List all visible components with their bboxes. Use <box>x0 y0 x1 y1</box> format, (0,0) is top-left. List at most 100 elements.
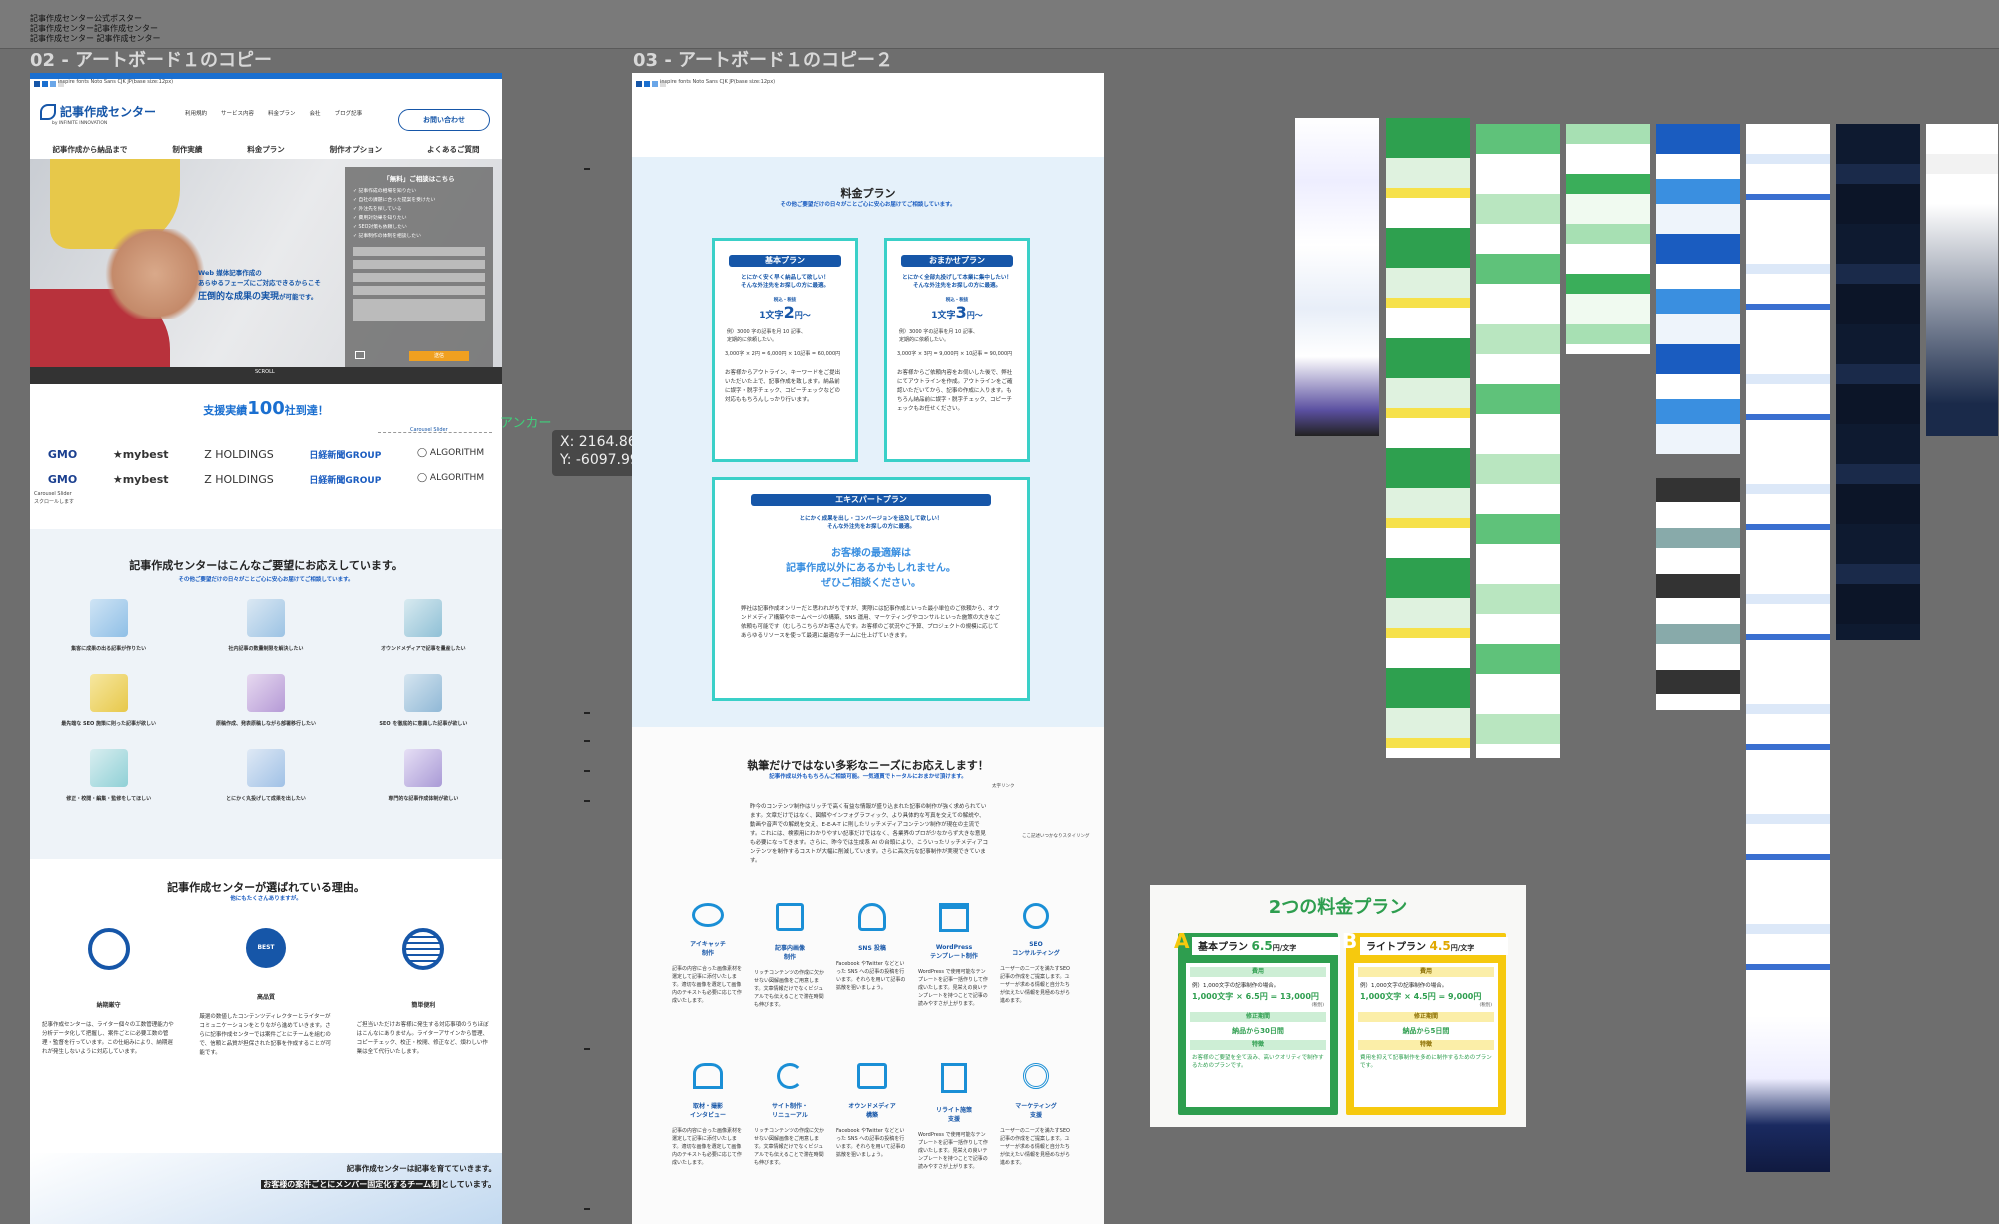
magnifier-chart-icon <box>1023 903 1049 929</box>
hero-section: Web 媒体記事作成の あらゆるフェーズにご対応できるからこそ 圧倒的な成果の実… <box>30 159 502 384</box>
service-item: サイト制作・ リニューアル リッチコンテンツの作成に欠かせない図解画像をご用意しま… <box>754 1063 826 1171</box>
form-title: 「無料」ご相談はこちら <box>383 175 455 183</box>
reasons-subtitle: 他にもたくさんありますが。 <box>230 896 302 902</box>
service-item: 取材・撮影 インタビュー 記事の内容に合った画像素材を選定して記事に添付いたします… <box>672 1063 744 1171</box>
needs-section: 記事作成センターはこんなご要望にお応えしています。 その他ご要望だけの日々がこと… <box>30 529 502 859</box>
header-nav-item[interactable]: ブログ記事 <box>335 109 363 117</box>
need-item: 最先端な SEO 施策に則った記事が欲しい <box>30 674 187 727</box>
client-logo: ★mybest <box>112 448 169 461</box>
service-item: SNS 投稿 Facebook やTwitter などといった SNS への記事の… <box>836 903 908 1009</box>
interview-icon <box>693 1063 723 1089</box>
client-logo: Z HOLDINGS <box>204 473 274 486</box>
main-nav-item[interactable]: 制作実績 <box>172 144 202 155</box>
client-logo: GMO <box>47 473 78 486</box>
pricing-card-image[interactable]: 2つの料金プラン A 基本プラン 6.5円/文字 費用 例）1,000文字の記事… <box>1150 885 1526 1127</box>
artboard-left[interactable]: inspire fonts Noto Sans CJK JP(base size… <box>30 73 502 1224</box>
growth-chart-icon <box>89 599 128 637</box>
reference-thumbnail[interactable] <box>1386 118 1470 758</box>
header-nav-item[interactable]: 料金プラン <box>268 109 296 117</box>
seo-icon <box>89 674 128 712</box>
plan-b-header: ライトプラン 4.5円/文字 <box>1360 937 1508 955</box>
plan-calc: 3,000字 × 2円 = 6,000円 × 10記事 = 60,000円 <box>725 351 841 357</box>
plan-example: 例）3000 字の記事を月 10 記事、 定期的に依頼したい。 <box>727 329 806 343</box>
client-logo: 日経新聞GROUP <box>309 476 382 486</box>
form-checkitem: ✓ 費用対効果を知りたい <box>353 216 407 221</box>
need-item: 修正・校閲・編集・監修をしてほしい <box>30 749 187 802</box>
plan-a-header: 基本プラン 6.5円/文字 <box>1192 937 1340 955</box>
plan-description: お客様からアウトライン、キーワードをご提出いただいた上で、記事作成を致します。納… <box>725 370 841 403</box>
plan-b-letter: B <box>1342 929 1358 953</box>
form-field-company[interactable] <box>353 260 485 269</box>
expert-big-3: ぜひご相談ください。 <box>821 578 921 589</box>
artboard-right[interactable]: inspire fonts Noto Sans CJK JP(base size… <box>632 73 1104 1224</box>
plan-card-omakase[interactable]: おまかせプラン とにかく全部丸投げして本業に集中したい！ そんな外注先をお探しの… <box>884 238 1030 462</box>
plan-card-basic[interactable]: 基本プラン とにかく安く早く納品して欲しい！ そんな外注先をお探しの方に最適。 … <box>712 238 858 462</box>
needs-subtitle: その他ご要望だけの日々がことご心に安心お届けてご相談しています。 <box>178 577 354 583</box>
form-field-email[interactable] <box>353 273 485 282</box>
plan-lead: とにかく全部丸投げして本業に集中したい！ そんな外注先をお探しの方に最適。 <box>902 275 1012 289</box>
reference-thumbnail[interactable] <box>1476 124 1560 758</box>
browser-note: inspire fonts Noto Sans CJK JP(base size… <box>660 79 776 85</box>
main-nav-item[interactable]: 記事作成から納品まで <box>52 144 127 155</box>
form-field-message[interactable] <box>353 299 485 321</box>
plan-name: おまかせプラン <box>901 255 1013 267</box>
main-nav-item[interactable]: 料金プラン <box>247 144 285 155</box>
site-logo[interactable]: 記事作成センター <box>40 103 156 120</box>
artboard-title-right[interactable]: 03 - アートボード１のコピー２ <box>633 46 893 72</box>
plan-card-expert[interactable]: エキスパートプラン とにかく成果を出し・コンバージョンを追及して欲しい！ そんな… <box>712 477 1030 701</box>
stopwatch-icon <box>87 928 130 970</box>
browser-window-icon <box>939 903 969 932</box>
globe-hand-icon <box>402 928 445 970</box>
artboard-title-left[interactable]: 02 - アートボード１のコピー <box>30 46 272 72</box>
main-nav-item[interactable]: よくあるご質問 <box>427 144 480 155</box>
form-submit-button[interactable]: 送信 <box>409 351 469 361</box>
form-checkitem: ✓ 記事作成の相場を知りたい <box>353 189 417 194</box>
main-nav: 記事作成から納品まで 制作実績 料金プラン 制作オプション よくあるご質問 <box>30 139 502 159</box>
footer-line-1: 記事作成センターは記事を育てていきます。 <box>346 1164 496 1173</box>
reference-thumbnail[interactable] <box>1926 124 1998 436</box>
header-nav-item[interactable]: サービス内容 <box>221 109 254 117</box>
services-title: 執筆だけではない多彩なニーズにお応えします！ <box>747 759 989 772</box>
delegate-icon <box>246 749 285 787</box>
need-item: 専門的な記事作成体制が欲しい <box>345 749 502 802</box>
reference-thumbnail[interactable] <box>1746 1016 1830 1172</box>
reasons-title: 記事作成センターが選ばれている理由。 <box>167 881 365 894</box>
expert-big-1: お客様の最適解は <box>831 548 911 559</box>
client-logo: GMO <box>47 448 78 461</box>
reference-thumbnail[interactable] <box>1295 118 1379 436</box>
reference-thumbnail[interactable] <box>1656 124 1740 454</box>
form-privacy-checkbox[interactable] <box>355 351 365 359</box>
form-checkitem: ✓ 外注先を探している <box>353 207 402 212</box>
expert-big-2: 記事作成以外にあるかもしれません。 <box>786 563 956 574</box>
header-nav-item[interactable]: 会社 <box>310 109 321 117</box>
network-icon <box>404 674 443 712</box>
reference-thumbnail[interactable] <box>1566 124 1650 354</box>
contact-button[interactable]: お問い合わせ <box>398 109 490 131</box>
plan-example: 例）3000 字の記事を月 10 記事、 定期的に依頼したい。 <box>899 329 978 343</box>
main-nav-item[interactable]: 制作オプション <box>330 144 383 155</box>
ruler-tick <box>584 1048 590 1050</box>
header-nav-item[interactable]: 利用規約 <box>185 109 207 117</box>
hero-copy-3: 圧倒的な成果の実現が可能です。 <box>198 292 318 302</box>
plan-b-card: B ライトプラン 4.5円/文字 費用 例）1,000文字の記事制作の場合。 1… <box>1342 929 1508 1115</box>
client-logo: 日経新聞GROUP <box>309 451 382 461</box>
achievement-heading: 支援実績100社到達！ <box>203 398 329 419</box>
pricing-title: 料金プラン <box>840 187 896 200</box>
client-logo: ◯ ALGORITHM <box>416 448 485 458</box>
reference-thumbnail[interactable] <box>1836 124 1920 640</box>
ruler-tick <box>584 1208 590 1210</box>
media-layout-icon <box>857 1063 887 1089</box>
form-checkitem: ✓ 記事制作の体制を相談したい <box>353 234 421 239</box>
plan-price: 税込・税抜 1文字2円〜 <box>759 298 811 322</box>
logo-sub: by INFINITE INNOVATION <box>52 121 108 126</box>
media-icon <box>404 599 443 637</box>
ruler-tick <box>584 712 590 714</box>
reference-thumbnail[interactable] <box>1746 124 1830 1172</box>
reference-thumbnail[interactable] <box>1656 478 1740 710</box>
form-field-name[interactable] <box>353 247 485 256</box>
form-field-phone[interactable] <box>353 286 485 295</box>
top-note-1: 記事作成センター公式ポスター <box>30 14 142 23</box>
reason-item: 簡単便利 ご担当いただけお客様に発生する対応事項のうちほぼはこんなにありません。… <box>345 928 502 1058</box>
need-item: 社内記事の数量制限を解決したい <box>187 599 344 652</box>
share-hand-icon <box>858 903 886 931</box>
